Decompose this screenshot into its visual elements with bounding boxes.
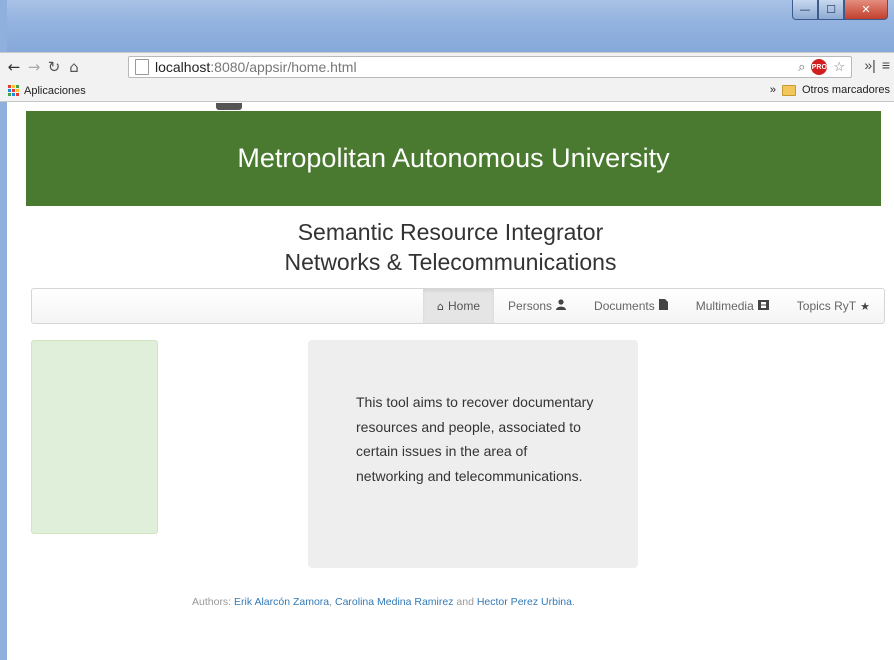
url-host: localhost [155, 59, 211, 75]
authors-label: Authors: [192, 596, 232, 608]
sidebar-panel [31, 340, 158, 534]
extensions-overflow-icon[interactable]: »| [864, 57, 875, 73]
nav-items: ⌂ Home Persons Documents Multimedia Topi… [423, 289, 884, 323]
star-icon[interactable]: ☆ [833, 59, 845, 75]
nav-documents-label: Documents [594, 299, 655, 313]
other-bookmarks[interactable]: Otros marcadores [802, 84, 890, 96]
extension-icon[interactable]: PRO [811, 59, 828, 75]
window-titlebar: — ☐ ✕ [0, 0, 894, 52]
home-icon[interactable]: ⌂ [64, 58, 84, 76]
star-icon: ★ [860, 299, 870, 313]
authors-footer: Authors: Erik Alarcón Zamora, Carolina M… [192, 596, 575, 608]
forward-icon[interactable]: → [24, 58, 44, 76]
tab-handle [216, 103, 242, 110]
reload-icon[interactable]: ↻ [44, 58, 64, 76]
menu-icon[interactable]: ≡ [882, 57, 890, 73]
close-button[interactable]: ✕ [844, 0, 888, 20]
more-bookmarks-button[interactable]: » [770, 84, 776, 96]
authors-end: . [571, 596, 575, 608]
nav-home[interactable]: ⌂ Home [423, 289, 495, 323]
nav-multimedia-label: Multimedia [695, 299, 754, 313]
apps-icon[interactable] [8, 85, 19, 96]
header-banner: Metropolitan Autonomous University [26, 111, 881, 206]
nav-persons-label: Persons [508, 299, 553, 313]
url-path: :8080/appsir/home.html [210, 59, 357, 75]
nav-documents[interactable]: Documents [580, 289, 682, 323]
bookmarks-bar: Aplicaciones » Otros marcadores [0, 80, 894, 102]
page-subtitle: Semantic Resource Integrator Networks & … [7, 217, 894, 277]
authors-and: and [456, 596, 474, 608]
subtitle-line-1: Semantic Resource Integrator [297, 219, 604, 245]
window-controls: — ☐ ✕ [792, 0, 888, 20]
toolbar-right: »| ≡ [864, 57, 890, 73]
nav-home-label: Home [448, 299, 481, 313]
bookmarks-right: » Otros marcadores [770, 84, 890, 96]
page-content: Metropolitan Autonomous University Seman… [7, 103, 894, 660]
file-icon [658, 299, 668, 313]
folder-icon [781, 84, 796, 96]
back-icon[interactable]: ← [4, 58, 24, 76]
author-link-2[interactable]: Carolina Medina Ramirez [335, 596, 453, 608]
nav-multimedia[interactable]: Multimedia [682, 289, 783, 323]
address-bar[interactable]: localhost:8080/appsir/home.html ⌕ PRO ☆ [128, 56, 852, 78]
main-navbar: ⌂ Home Persons Documents Multimedia Topi… [31, 288, 885, 324]
apps-bookmark[interactable]: Aplicaciones [24, 85, 86, 97]
author-link-3[interactable]: Hector Perez Urbina [477, 596, 572, 608]
omnibox-icons: ⌕ PRO ☆ [798, 59, 845, 75]
film-icon [757, 299, 769, 313]
zoom-icon[interactable]: ⌕ [798, 59, 805, 75]
home-icon: ⌂ [437, 299, 444, 313]
nav-topics[interactable]: Topics RyT ★ [783, 289, 884, 323]
maximize-button[interactable]: ☐ [818, 0, 844, 20]
nav-topics-label: Topics RyT [796, 299, 857, 313]
description-text: This tool aims to recover documentary re… [356, 394, 594, 484]
description-panel: This tool aims to recover documentary re… [308, 340, 638, 568]
subtitle-line-2: Networks & Telecommunications [284, 249, 617, 275]
authors-separator: , [329, 596, 333, 608]
minimize-button[interactable]: — [792, 0, 818, 20]
url-text[interactable]: localhost:8080/appsir/home.html [155, 59, 357, 75]
page-icon [135, 59, 149, 75]
user-icon [556, 299, 567, 313]
university-title: Metropolitan Autonomous University [237, 143, 670, 173]
author-link-1[interactable]: Erik Alarcón Zamora [234, 596, 329, 608]
browser-toolbar: ← → ↻ ⌂ localhost:8080/appsir/home.html … [0, 52, 894, 80]
nav-persons[interactable]: Persons [494, 289, 580, 323]
